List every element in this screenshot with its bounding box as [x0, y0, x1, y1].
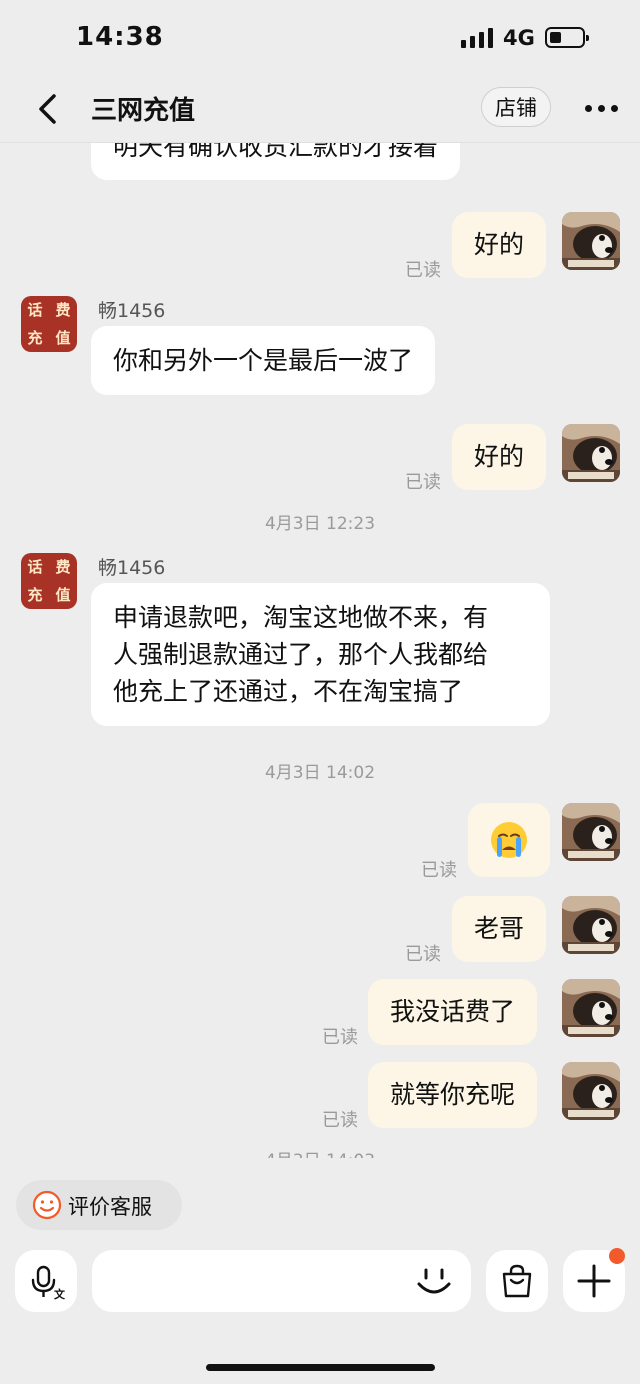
crying-face-icon: [491, 822, 527, 858]
message-text: 我没话费了: [390, 997, 516, 1026]
sender-name: 畅1456: [98, 557, 166, 579]
message-bubble[interactable]: 好的: [452, 212, 547, 278]
voice-button[interactable]: 文: [15, 1250, 77, 1312]
emoji-icon: [417, 1268, 451, 1294]
sender-name: 畅1456: [98, 300, 166, 322]
avatar-char: 值: [55, 586, 71, 604]
avatar-char: 费: [55, 558, 71, 576]
dog-avatar-icon: [562, 979, 620, 1037]
message-text: 你和另外一个是最后一波了: [113, 346, 414, 375]
message-bubble[interactable]: 明天有确认收货汇款的才接着: [91, 142, 461, 180]
rate-service-button[interactable]: 评价客服: [16, 1180, 182, 1230]
back-button[interactable]: [32, 92, 66, 126]
status-time: 14:38: [76, 22, 164, 52]
rate-service-label: 评价客服: [68, 1195, 152, 1219]
read-receipt: 已读: [405, 260, 441, 281]
message-text: 就等你充呢: [390, 1080, 516, 1109]
timestamp: 4月3日 14:02: [264, 763, 376, 783]
chat-header: 三网充值 店铺: [0, 76, 640, 143]
signal-icon: [461, 28, 493, 48]
message-text: 好的: [474, 442, 525, 471]
timestamp: 4月3日 14:03: [0, 1146, 640, 1158]
message-bubble[interactable]: 老哥: [452, 896, 547, 962]
shopping-bag-button[interactable]: [486, 1250, 548, 1312]
avatar[interactable]: [562, 424, 620, 482]
message-bubble[interactable]: 我没话费了: [368, 979, 538, 1045]
home-indicator: [206, 1364, 435, 1371]
message-bubble[interactable]: 你和另外一个是最后一波了: [91, 326, 436, 395]
shop-avatar[interactable]: 话费充值: [21, 296, 77, 352]
svg-text:文: 文: [54, 1287, 65, 1300]
message-text-line: 申请退款吧，淘宝这地做不来，有: [113, 603, 489, 632]
avatar-char: 话: [27, 301, 43, 319]
dog-avatar-icon: [562, 212, 620, 270]
avatar[interactable]: [562, 803, 620, 861]
input-bar: 文: [0, 1244, 640, 1384]
message-text-line: 人强制退款通过了，那个人我都给: [113, 640, 489, 669]
chat-title: 三网充值: [91, 96, 196, 126]
status-bar: 14:38 4G: [0, 0, 640, 76]
read-receipt: 已读: [405, 944, 441, 965]
avatar[interactable]: [562, 1062, 620, 1120]
emoji-button[interactable]: [415, 1264, 453, 1300]
avatar[interactable]: [562, 212, 620, 270]
voice-icon: 文: [31, 1265, 65, 1300]
back-icon: [39, 94, 56, 124]
avatar-char: 费: [55, 301, 71, 319]
dog-avatar-icon: [562, 803, 620, 861]
smile-icon: [32, 1190, 62, 1220]
dog-avatar-icon: [562, 896, 620, 954]
shopping-bag-icon: [502, 1264, 532, 1298]
read-receipt: 已读: [421, 860, 457, 881]
shop-button[interactable]: 店铺: [481, 87, 551, 127]
avatar[interactable]: [562, 896, 620, 954]
dog-avatar-icon: [562, 1062, 620, 1120]
avatar-char: 充: [27, 586, 43, 604]
message-text: 明天有确认收货汇款的才接着: [113, 142, 439, 161]
message-bubble[interactable]: 申请退款吧，淘宝这地做不来，有 人强制退款通过了，那个人我都给 他充上了还通过，…: [91, 583, 550, 726]
notification-dot: [609, 1248, 625, 1264]
message-text: 好的: [474, 230, 525, 259]
message-bubble[interactable]: 就等你充呢: [368, 1062, 538, 1128]
message-bubble[interactable]: 好的: [452, 424, 547, 490]
emoji-bubble[interactable]: [468, 803, 550, 877]
avatar-char: 值: [55, 329, 71, 347]
network-type: 4G: [503, 26, 535, 50]
read-receipt: 已读: [322, 1027, 358, 1048]
avatar-char: 充: [27, 329, 43, 347]
shop-avatar[interactable]: 话费充值: [21, 553, 77, 609]
read-receipt: 已读: [405, 472, 441, 493]
plus-button[interactable]: [563, 1248, 625, 1312]
timestamp: 4月3日 12:23: [264, 514, 376, 534]
message-text-line: 他充上了还通过，不在淘宝搞了: [113, 677, 464, 706]
read-receipt: 已读: [322, 1110, 358, 1131]
plus-icon: [577, 1264, 611, 1298]
dog-avatar-icon: [562, 424, 620, 482]
avatar-char: 话: [27, 558, 43, 576]
more-button[interactable]: [585, 105, 619, 113]
avatar[interactable]: [562, 979, 620, 1037]
battery-icon: [545, 27, 589, 48]
message-list[interactable]: 明天有确认收货汇款的才接着 已读 好的 话费充值 畅1456 你和另外一个是最后…: [0, 142, 640, 1158]
message-text: 老哥: [474, 914, 525, 943]
